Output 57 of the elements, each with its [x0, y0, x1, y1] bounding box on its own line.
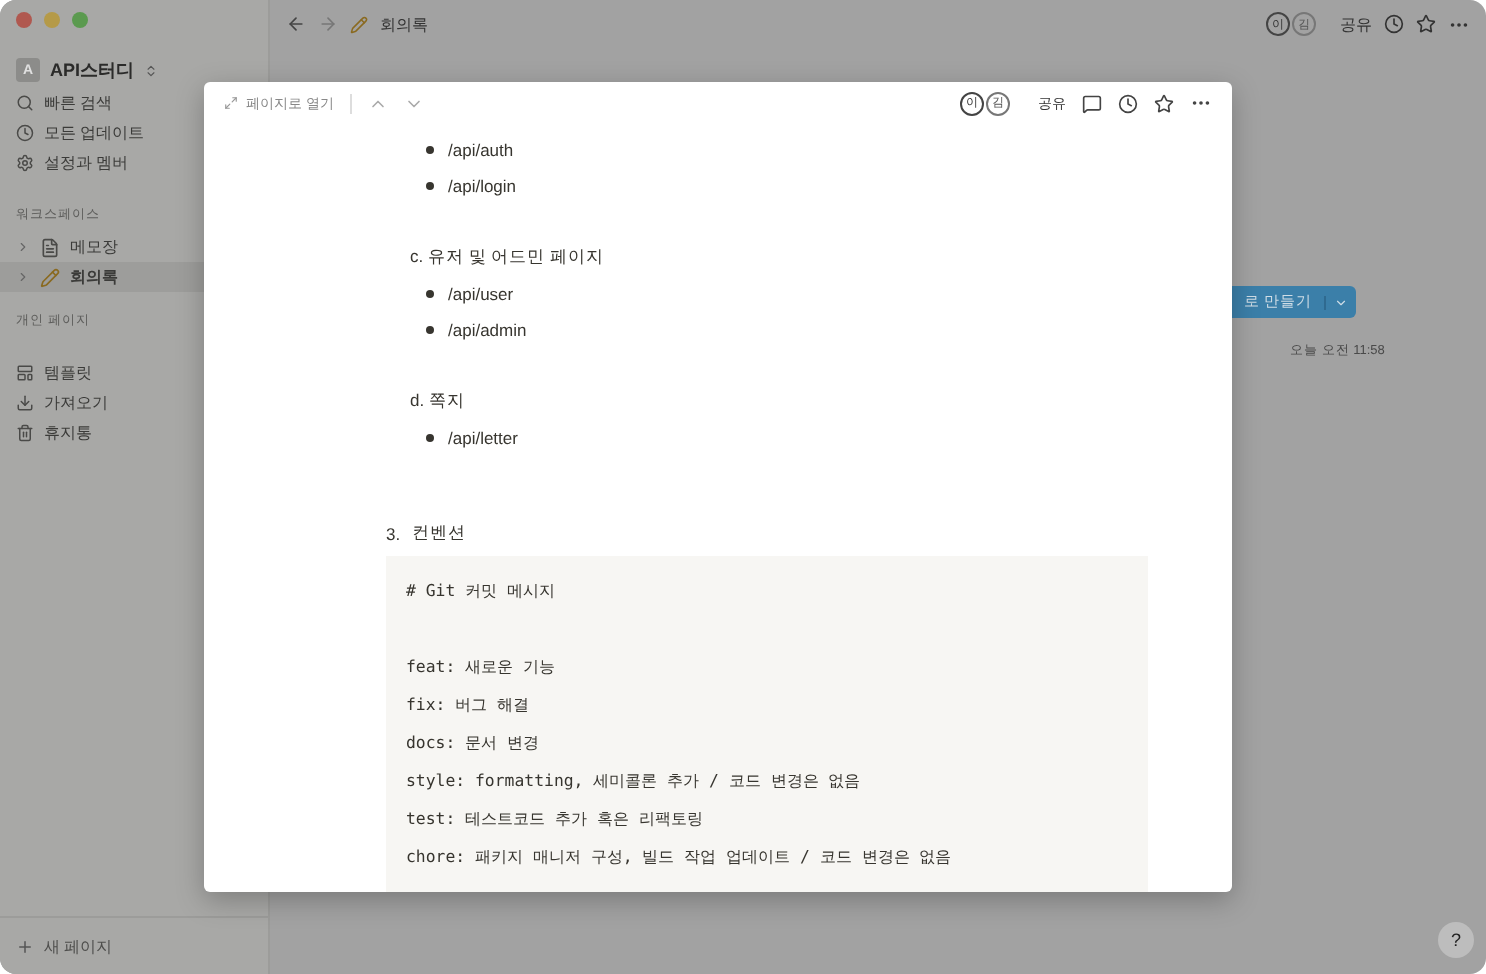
- bullet-icon: [426, 182, 434, 190]
- close-light[interactable]: [16, 12, 32, 28]
- expand-icon[interactable]: [224, 96, 238, 110]
- chevron-icon[interactable]: [144, 63, 159, 77]
- zoom-light[interactable]: [72, 12, 88, 28]
- sidebar-item[interactable]: 빠른 검색: [44, 92, 113, 114]
- forward-icon[interactable]: [318, 14, 338, 34]
- page-item[interactable]: 메모장: [70, 236, 118, 258]
- workspace-name[interactable]: API스터디: [50, 57, 135, 83]
- subheading: c. 유저 및 어드민 페이지: [408, 244, 607, 270]
- code-line: docs: 문서 변경: [406, 730, 542, 756]
- download-icon: [16, 394, 34, 412]
- code-line: chore: 패키지 매니저 구성, 빌드 작업 업데이트 / 코드 변경은 없음: [406, 844, 954, 870]
- pencil-icon: [40, 267, 60, 287]
- list-number: 3.: [386, 524, 401, 544]
- section-heading: 컨벤션: [412, 522, 467, 546]
- sidebar-item[interactable]: 휴지통: [44, 422, 92, 444]
- pencil-icon: [350, 15, 368, 33]
- sidebar-item[interactable]: 템플릿: [44, 362, 92, 384]
- bullet-icon: [426, 146, 434, 154]
- list-item: /api/admin: [448, 320, 527, 340]
- code-line: # Git 커밋 메시지: [406, 578, 558, 604]
- page-item[interactable]: 회의록: [70, 266, 118, 288]
- clock-icon[interactable]: [1118, 93, 1138, 113]
- new-page-link[interactable]: 새 페이지: [44, 935, 113, 957]
- clock-icon[interactable]: [1384, 14, 1404, 34]
- sidebar-item[interactable]: 설정과 멤버: [44, 152, 129, 174]
- expand-icon[interactable]: [16, 270, 30, 284]
- share-button[interactable]: 공유: [1340, 13, 1372, 35]
- trash-icon: [16, 424, 34, 442]
- bullet-icon: [426, 290, 434, 298]
- clock-icon: [16, 124, 34, 142]
- star-icon[interactable]: [1154, 93, 1174, 113]
- list-item: /api/user: [448, 284, 514, 304]
- bullet-icon: [426, 434, 434, 442]
- back-icon[interactable]: [286, 14, 306, 34]
- page-title[interactable]: 회의록: [380, 13, 428, 35]
- sidebar-item[interactable]: 가져오기: [44, 392, 108, 414]
- help-button[interactable]: ?: [1438, 922, 1474, 958]
- plus-icon: [16, 937, 34, 955]
- sidebar-item[interactable]: 모든 업데이트: [44, 122, 145, 144]
- code-line: feat: 새로운 기능: [406, 654, 558, 680]
- comment-icon[interactable]: [1082, 93, 1102, 113]
- expand-icon[interactable]: [16, 240, 30, 254]
- template-icon: [16, 364, 34, 382]
- settings-icon: [16, 154, 34, 172]
- list-item: /api/letter: [448, 428, 518, 448]
- code-line: fix: 버그 해결: [406, 692, 532, 718]
- search-icon: [16, 94, 34, 112]
- code-line: test: 테스트코드 추가 혹은 리팩토링: [406, 806, 705, 832]
- list-item: /api/login: [448, 176, 517, 196]
- list-item: /api/auth: [448, 140, 514, 160]
- subheading: d. 쪽지: [408, 388, 467, 414]
- code-line: style: formatting, 세미콜론 추가 / 코드 변경은 없음: [406, 768, 863, 794]
- document-icon: [40, 237, 60, 257]
- bullet-icon: [426, 326, 434, 334]
- star-icon[interactable]: [1416, 14, 1436, 34]
